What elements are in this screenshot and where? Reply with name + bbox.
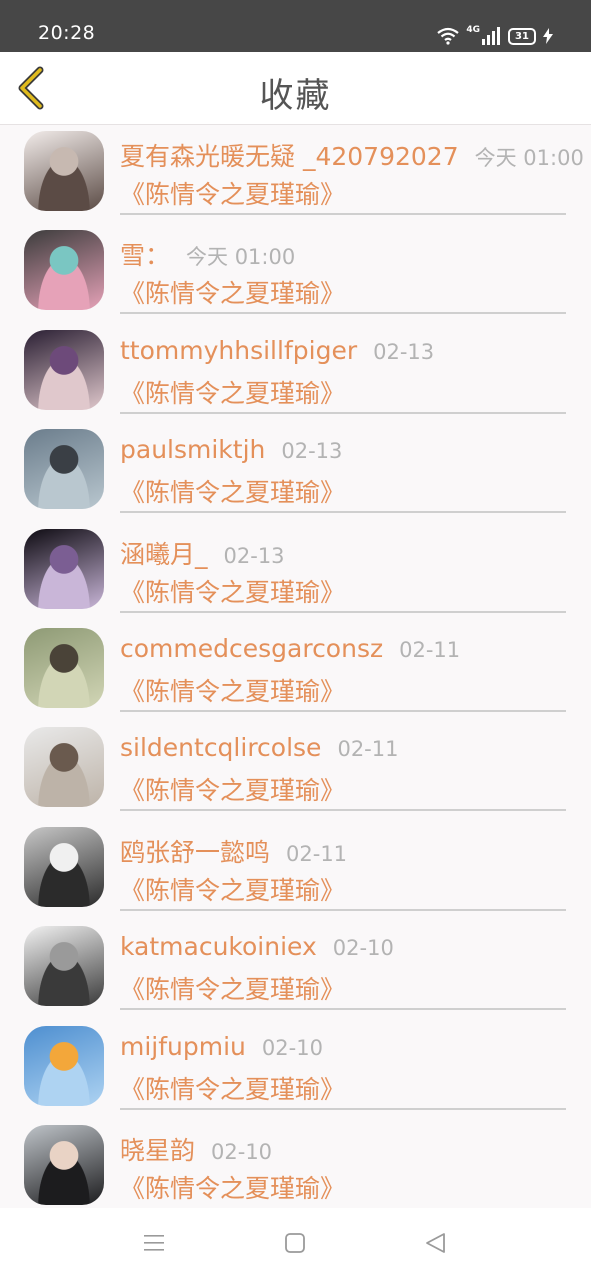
name-line: 涵曦月_ 02-13	[120, 535, 285, 571]
name-line: 晓星韵 02-10	[120, 1131, 272, 1167]
name-line: katmacukoiniex 02-10	[120, 932, 394, 961]
divider	[120, 511, 566, 514]
avatar[interactable]	[24, 329, 104, 410]
time-label: 02-10	[261, 1035, 323, 1060]
status-icons: 4G 31	[437, 24, 553, 48]
user-name[interactable]: sildentcqlircolse	[120, 733, 321, 762]
divider	[120, 908, 566, 911]
list-item[interactable]: 夏有森光暖无疑 _420792027 今天 01:00 《陈情令之夏瑾瑜》	[0, 125, 591, 224]
avatar[interactable]	[24, 926, 104, 1007]
page-title: 收藏	[259, 76, 332, 116]
avatar[interactable]	[24, 627, 104, 708]
list-item[interactable]: 晓星韵 02-10 《陈情令之夏瑾瑜》	[0, 1119, 591, 1218]
avatar[interactable]	[24, 826, 104, 907]
name-line: sildentcqlircolse 02-11	[120, 733, 398, 762]
divider	[120, 1107, 566, 1110]
name-line: mijfupmiu 02-10	[120, 1032, 323, 1061]
avatar[interactable]	[24, 131, 104, 211]
divider	[120, 610, 566, 613]
time-label: 今天 01:00	[474, 146, 584, 170]
name-line: 鸥张舒一懿鸣 02-11	[120, 833, 347, 869]
system-back-button[interactable]	[424, 1232, 446, 1258]
system-nav-bar	[0, 1208, 591, 1280]
name-line: commedcesgarconsz 02-11	[120, 634, 460, 663]
avatar[interactable]	[24, 1025, 104, 1106]
time-label: 02-10	[332, 936, 394, 961]
work-title[interactable]: 《陈情令之夏瑾瑜》	[120, 175, 345, 211]
divider	[120, 312, 566, 315]
list-item[interactable]: paulsmiktjh 02-13 《陈情令之夏瑾瑜》	[0, 423, 591, 522]
status-bar: 20:28 4G 31	[0, 0, 591, 52]
work-title[interactable]: 《陈情令之夏瑾瑜》	[120, 274, 345, 310]
time-label: 02-10	[211, 1139, 273, 1164]
list-item[interactable]: 鸥张舒一懿鸣 02-11 《陈情令之夏瑾瑜》	[0, 821, 591, 920]
time-label: 02-11	[399, 637, 461, 662]
list-item[interactable]: mijfupmiu 02-10 《陈情令之夏瑾瑜》	[0, 1020, 591, 1119]
name-line: ttommyhhsillfpiger 02-13	[120, 336, 434, 365]
list-item[interactable]: sildentcqlircolse 02-11 《陈情令之夏瑾瑜》	[0, 721, 591, 820]
work-title[interactable]: 《陈情令之夏瑾瑜》	[120, 473, 345, 509]
home-button[interactable]	[284, 1232, 306, 1258]
list-item[interactable]: ttommyhhsillfpiger 02-13 《陈情令之夏瑾瑜》	[0, 324, 591, 423]
name-line: 雪： 今天 01:00	[120, 236, 295, 272]
network-type: 4G	[466, 25, 480, 35]
user-name[interactable]: 雪：	[120, 236, 170, 272]
avatar[interactable]	[24, 528, 104, 609]
user-name[interactable]: 晓星韵	[120, 1131, 195, 1167]
avatar[interactable]	[24, 1124, 104, 1205]
time-label: 02-13	[373, 339, 435, 364]
list-item[interactable]: 涵曦月_ 02-13 《陈情令之夏瑾瑜》	[0, 523, 591, 622]
list-item[interactable]: commedcesgarconsz 02-11 《陈情令之夏瑾瑜》	[0, 622, 591, 721]
work-title[interactable]: 《陈情令之夏瑾瑜》	[120, 374, 345, 410]
signal-icon	[482, 27, 500, 45]
list-item[interactable]: katmacukoiniex 02-10 《陈情令之夏瑾瑜》	[0, 920, 591, 1019]
back-triangle-icon	[426, 1233, 445, 1253]
work-title[interactable]: 《陈情令之夏瑾瑜》	[120, 672, 345, 708]
user-name[interactable]: mijfupmiu	[120, 1032, 246, 1061]
user-name[interactable]: paulsmiktjh	[120, 435, 265, 464]
work-title[interactable]: 《陈情令之夏瑾瑜》	[120, 1070, 345, 1106]
user-name[interactable]: 涵曦月_	[120, 535, 208, 571]
favorites-list: 夏有森光暖无疑 _420792027 今天 01:00 《陈情令之夏瑾瑜》 雪：…	[0, 125, 591, 1218]
avatar[interactable]	[24, 727, 104, 808]
home-icon	[285, 1233, 305, 1253]
divider	[120, 809, 566, 812]
menu-button[interactable]	[142, 1232, 166, 1258]
avatar[interactable]	[24, 429, 104, 510]
divider	[120, 709, 566, 712]
status-time: 20:28	[38, 22, 96, 44]
nav-bar: 收藏	[0, 52, 591, 125]
time-label: 今天 01:00	[186, 245, 296, 270]
time-label: 02-11	[286, 841, 348, 866]
divider	[120, 213, 566, 215]
divider	[120, 411, 566, 414]
battery-icon: 31	[508, 27, 536, 45]
time-label: 02-13	[281, 439, 343, 464]
time-label: 02-13	[223, 543, 285, 568]
work-title[interactable]: 《陈情令之夏瑾瑜》	[120, 871, 345, 907]
list-item[interactable]: 雪： 今天 01:00 《陈情令之夏瑾瑜》	[0, 224, 591, 323]
menu-icon	[144, 1235, 164, 1251]
charging-icon	[543, 28, 553, 44]
user-name[interactable]: katmacukoiniex	[120, 932, 317, 961]
name-line: paulsmiktjh 02-13	[120, 435, 342, 464]
time-label: 02-11	[337, 737, 399, 762]
user-name[interactable]: 夏有森光暖无疑 _420792027	[120, 137, 459, 173]
avatar[interactable]	[24, 230, 104, 311]
work-title[interactable]: 《陈情令之夏瑾瑜》	[120, 573, 345, 609]
user-name[interactable]: commedcesgarconsz	[120, 634, 383, 663]
divider	[120, 1008, 566, 1011]
work-title[interactable]: 《陈情令之夏瑾瑜》	[120, 970, 345, 1006]
work-title[interactable]: 《陈情令之夏瑾瑜》	[120, 771, 345, 807]
name-line: 夏有森光暖无疑 _420792027 今天 01:00	[120, 137, 584, 173]
user-name[interactable]: ttommyhhsillfpiger	[120, 336, 357, 365]
wifi-icon	[437, 27, 460, 45]
work-title[interactable]: 《陈情令之夏瑾瑜》	[120, 1169, 345, 1205]
user-name[interactable]: 鸥张舒一懿鸣	[120, 833, 270, 869]
